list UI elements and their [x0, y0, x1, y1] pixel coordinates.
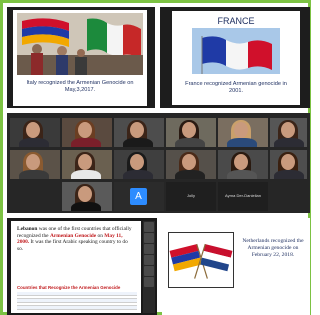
participant-tile[interactable]	[270, 118, 307, 147]
participant-thumbnail[interactable]	[144, 266, 154, 276]
lebanon-slide: Lebanon was one of the first countries t…	[11, 221, 141, 313]
participant-name-tile[interactable]: Ayrna Der-Danielian	[218, 182, 268, 211]
participant-thumbnail[interactable]	[144, 222, 154, 232]
participant-avatar-tile[interactable]: A	[114, 182, 164, 211]
participant-tile[interactable]	[62, 150, 112, 179]
france-slide: FRANCE France recognized Armenian genoci…	[172, 11, 300, 105]
countries-table	[17, 292, 137, 312]
participant-tile[interactable]	[270, 150, 307, 179]
france-title: FRANCE	[217, 16, 255, 26]
france-flag	[192, 28, 280, 74]
video-gallery: A Jolly Ayrna Der-Danielian	[7, 113, 310, 213]
lebanon-slide-panel: Lebanon was one of the first countries t…	[7, 218, 157, 315]
lebanon-word: Lebanon	[17, 226, 38, 232]
crossed-flags-image	[168, 232, 234, 288]
participant-tile[interactable]	[62, 118, 112, 147]
participant-thumbnail[interactable]	[144, 233, 154, 243]
participant-thumbnail[interactable]	[144, 244, 154, 254]
participant-tile[interactable]	[114, 150, 164, 179]
france-caption: France recognized Armenian genocide in 2…	[185, 81, 287, 94]
collage-frame: Italy recognized the Armenian Genocide o…	[0, 0, 311, 315]
avatar-letter: A	[130, 188, 147, 205]
participant-tile[interactable]	[62, 182, 112, 211]
participant-tile[interactable]	[166, 118, 216, 147]
participant-tile[interactable]	[114, 118, 164, 147]
participant-name: Jolly	[186, 193, 195, 198]
participant-tile[interactable]	[10, 118, 60, 147]
table-row	[17, 306, 137, 310]
participant-tile[interactable]	[218, 150, 268, 179]
participant-thumbnail[interactable]	[144, 277, 154, 287]
lebanon-text: Lebanon was one of the first countries t…	[17, 226, 135, 252]
italy-flags-photo	[17, 13, 143, 75]
participant-tile[interactable]	[10, 150, 60, 179]
france-slide-panel: FRANCE France recognized Armenian genoci…	[160, 7, 310, 108]
countries-table-title: Countries that Recognize the Armenian Ge…	[17, 285, 121, 290]
lebanon-text-part: It was the first Arabic speaking country…	[17, 239, 128, 252]
participant-thumbnail[interactable]	[144, 255, 154, 265]
participant-name: Ayrna Der-Danielian	[225, 193, 261, 198]
italy-slide-panel: Italy recognized the Armenian Genocide o…	[7, 7, 155, 108]
participant-strip	[143, 221, 155, 313]
participant-name-tile[interactable]: Jolly	[166, 182, 216, 211]
italy-caption: Italy recognized the Armenian Genocide o…	[26, 80, 134, 93]
armenian-genocide-highlight: Armenian Genocide	[49, 232, 97, 239]
netherlands-caption: Netherlands recognized the Armenian geno…	[242, 238, 304, 258]
participant-tile[interactable]	[218, 118, 268, 147]
netherlands-slide-panel: Netherlands recognized the Armenian geno…	[162, 218, 310, 315]
participant-tile[interactable]	[166, 150, 216, 179]
italy-slide: Italy recognized the Armenian Genocide o…	[13, 10, 147, 106]
